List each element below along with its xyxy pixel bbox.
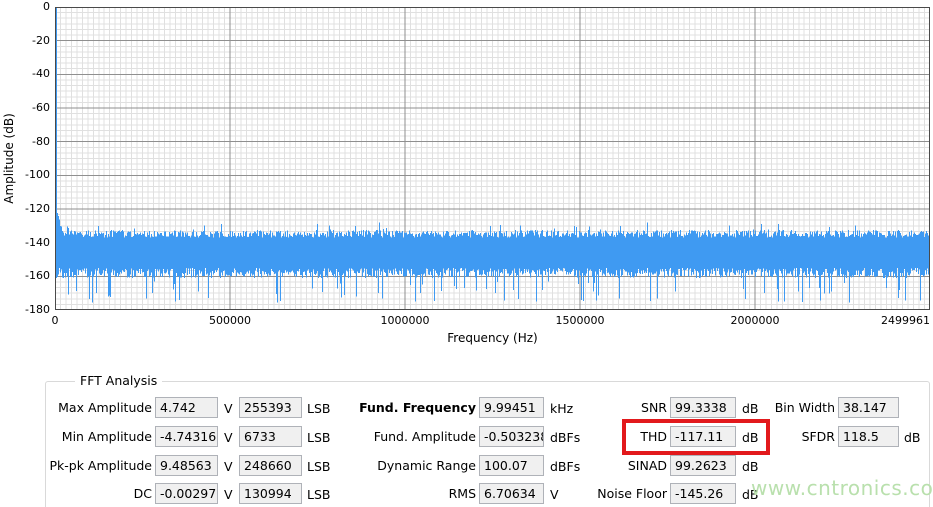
sinad-value[interactable]: 99.2623 — [670, 455, 736, 476]
min-amplitude-label: Min Amplitude — [61, 429, 152, 444]
y-tick-label: -160 — [25, 269, 50, 283]
x-tick-label: 500000 — [209, 314, 251, 327]
x-tick-label: 2000000 — [730, 314, 780, 327]
watermark: www.cntronics.com — [751, 476, 933, 500]
snr-label: SNR — [641, 400, 667, 415]
x-tick-label: 1500000 — [555, 314, 605, 327]
max-amplitude-unit: V — [224, 401, 233, 416]
min-amplitude-value[interactable]: -4.74316 — [155, 426, 218, 447]
y-tick-label: -100 — [25, 168, 50, 182]
bin-width-value[interactable]: 38.147 — [838, 397, 899, 418]
x-tick-label: 2499961 — [881, 314, 930, 327]
fft-analysis-title: FFT Analysis — [75, 373, 163, 389]
snr-value[interactable]: 99.3338 — [670, 397, 736, 418]
y-tick-label: -60 — [32, 101, 50, 114]
sinad-unit: dB — [742, 459, 759, 474]
dc-unit: V — [224, 487, 233, 502]
fund-frequency-value[interactable]: 9.99451 — [479, 397, 544, 418]
fft-analyzer-window: Amplitude (dB) 0 -20 -40 -60 -80 -100 -120 -140… — [0, 0, 933, 507]
dc-lsb-value[interactable]: 130994 — [239, 483, 302, 504]
y-axis-title: Amplitude (dB) — [2, 113, 16, 204]
sfdr-unit: dB — [904, 430, 921, 445]
y-tick-label: 0 — [43, 0, 50, 13]
y-tick-label: -120 — [25, 202, 50, 215]
min-amplitude-lsb-value[interactable]: 6733 — [239, 426, 302, 447]
max-amplitude-label: Max Amplitude — [58, 400, 152, 415]
max-amplitude-value[interactable]: 4.742 — [155, 397, 218, 418]
pkpk-amplitude-unit: V — [224, 459, 233, 474]
min-amplitude-unit: V — [224, 430, 233, 445]
dc-label: DC — [133, 486, 152, 501]
dynamic-range-label: Dynamic Range — [377, 458, 476, 473]
fund-amplitude-value[interactable]: -0.503238 — [479, 426, 544, 447]
max-amplitude-lsb-unit: LSB — [307, 401, 331, 416]
bin-width-label: Bin Width — [774, 400, 835, 415]
fund-amplitude-label: Fund. Amplitude — [373, 429, 476, 444]
x-axis-title: Frequency (Hz) — [447, 331, 538, 345]
fund-frequency-label: Fund. Frequency — [359, 400, 476, 415]
y-tick-label: -180 — [25, 303, 50, 316]
x-tick-label: 0 — [51, 314, 59, 327]
rms-label: RMS — [448, 486, 476, 501]
y-tick-label: -140 — [25, 235, 50, 249]
dynamic-range-value[interactable]: 100.07 — [479, 455, 544, 476]
pkpk-amplitude-lsb-value[interactable]: 248660 — [239, 455, 302, 476]
noise-floor-value[interactable]: -145.26 — [670, 483, 736, 504]
pkpk-amplitude-value[interactable]: 9.48563 — [155, 455, 218, 476]
max-amplitude-lsb-value[interactable]: 255393 — [239, 397, 302, 418]
thd-highlight-box — [622, 419, 770, 455]
spectrum-plot — [55, 7, 930, 310]
x-tick-label: 1000000 — [380, 314, 430, 327]
pkpk-amplitude-label: Pk-pk Amplitude — [49, 458, 153, 473]
sfdr-value[interactable]: 118.5 — [838, 426, 899, 447]
pkpk-amplitude-lsb-unit: LSB — [307, 459, 331, 474]
y-tick-label: -80 — [32, 134, 50, 148]
dc-value[interactable]: -0.002975 — [155, 483, 218, 504]
rms-value[interactable]: 6.70634 — [479, 483, 544, 504]
y-tick-label: -20 — [32, 33, 50, 47]
y-tick-label: -40 — [32, 67, 50, 81]
sinad-label: SINAD — [627, 458, 667, 473]
dc-lsb-unit: LSB — [307, 487, 331, 502]
min-amplitude-lsb-unit: LSB — [307, 430, 331, 445]
noise-floor-label: Noise Floor — [597, 486, 667, 501]
